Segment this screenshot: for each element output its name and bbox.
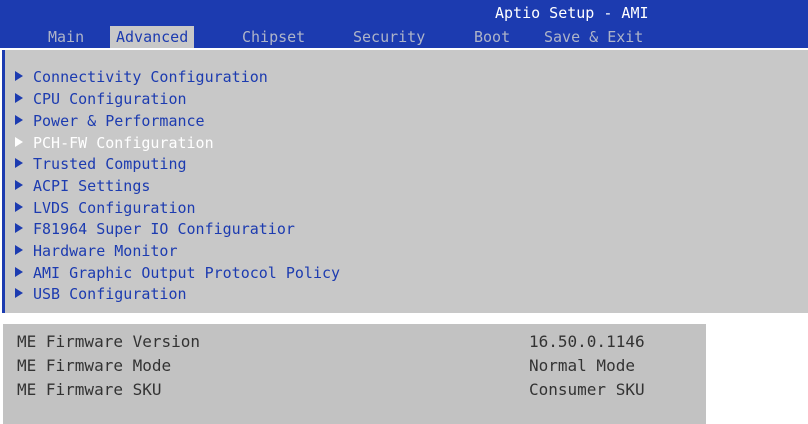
app-title: Aptio Setup - AMI (495, 4, 649, 22)
me-firmware-mode-row: ME Firmware Mode Normal Mode (17, 355, 697, 377)
me-firmware-version-value: 16.50.0.1146 (529, 332, 645, 351)
submenu-arrow-icon (15, 158, 23, 168)
menu-item-label: Trusted Computing (33, 155, 187, 173)
menu-item-label: USB Configuration (33, 285, 187, 303)
menu-item-lvds-configuration[interactable]: LVDS Configuration (15, 198, 196, 218)
tab-save-exit[interactable]: Save & Exit (538, 26, 649, 48)
menu-item-label: LVDS Configuration (33, 199, 196, 217)
menu-item-ami-gop-policy[interactable]: AMI Graphic Output Protocol Policy (15, 263, 340, 283)
submenu-arrow-icon (15, 288, 23, 298)
menu-item-trusted-computing[interactable]: Trusted Computing (15, 154, 187, 174)
me-firmware-version-label: ME Firmware Version (17, 332, 201, 351)
submenu-arrow-icon (15, 71, 23, 81)
tab-main[interactable]: Main (42, 26, 90, 48)
submenu-arrow-icon (15, 223, 23, 233)
menu-item-label: Hardware Monitor (33, 242, 178, 260)
submenu-arrow-icon (15, 202, 23, 212)
tab-boot[interactable]: Boot (468, 26, 516, 48)
tab-advanced[interactable]: Advanced (110, 26, 195, 48)
menu-item-label: Power & Performance (33, 112, 205, 130)
submenu-arrow-icon (15, 115, 23, 125)
header-bar: Aptio Setup - AMI Main Advanced Chipset … (0, 0, 808, 48)
menu-item-label: AMI Graphic Output Protocol Policy (33, 264, 341, 282)
tab-chipset[interactable]: Chipset (236, 26, 311, 48)
menu-item-label: PCH-FW Configuration (33, 134, 214, 152)
menu-item-label: F81964 Super IO Configuratior (33, 220, 295, 238)
menu-item-connectivity-configuration[interactable]: Connectivity Configuration (15, 67, 268, 87)
submenu-arrow-icon (15, 137, 23, 147)
me-firmware-sku-value: Consumer SKU (529, 380, 645, 399)
me-firmware-mode-label: ME Firmware Mode (17, 356, 172, 375)
submenu-arrow-icon (15, 267, 23, 277)
menu-item-pch-fw-configuration[interactable]: PCH-FW Configuration (15, 133, 214, 153)
menu-item-cpu-configuration[interactable]: CPU Configuration (15, 89, 187, 109)
menu-item-power-performance[interactable]: Power & Performance (15, 111, 205, 131)
advanced-menu-panel: Connectivity Configuration CPU Configura… (2, 50, 808, 313)
menu-item-label: ACPI Settings (33, 177, 151, 195)
tab-security[interactable]: Security (347, 26, 431, 48)
me-firmware-sku-row: ME Firmware SKU Consumer SKU (17, 379, 697, 401)
menu-item-super-io-configuration[interactable]: F81964 Super IO Configuratior (15, 219, 295, 239)
submenu-arrow-icon (15, 245, 23, 255)
bios-setup-window: Aptio Setup - AMI Main Advanced Chipset … (0, 0, 808, 313)
menu-item-acpi-settings[interactable]: ACPI Settings (15, 176, 150, 196)
me-firmware-mode-value: Normal Mode (529, 356, 635, 375)
menu-item-hardware-monitor[interactable]: Hardware Monitor (15, 241, 178, 261)
menu-item-label: Connectivity Configuration (33, 68, 268, 86)
menu-item-usb-configuration[interactable]: USB Configuration (15, 284, 187, 304)
me-firmware-info-panel: ME Firmware Version 16.50.0.1146 ME Firm… (3, 324, 706, 424)
me-firmware-sku-label: ME Firmware SKU (17, 380, 162, 399)
menu-item-label: CPU Configuration (33, 90, 187, 108)
submenu-arrow-icon (15, 180, 23, 190)
me-firmware-version-row: ME Firmware Version 16.50.0.1146 (17, 331, 697, 353)
submenu-arrow-icon (15, 93, 23, 103)
